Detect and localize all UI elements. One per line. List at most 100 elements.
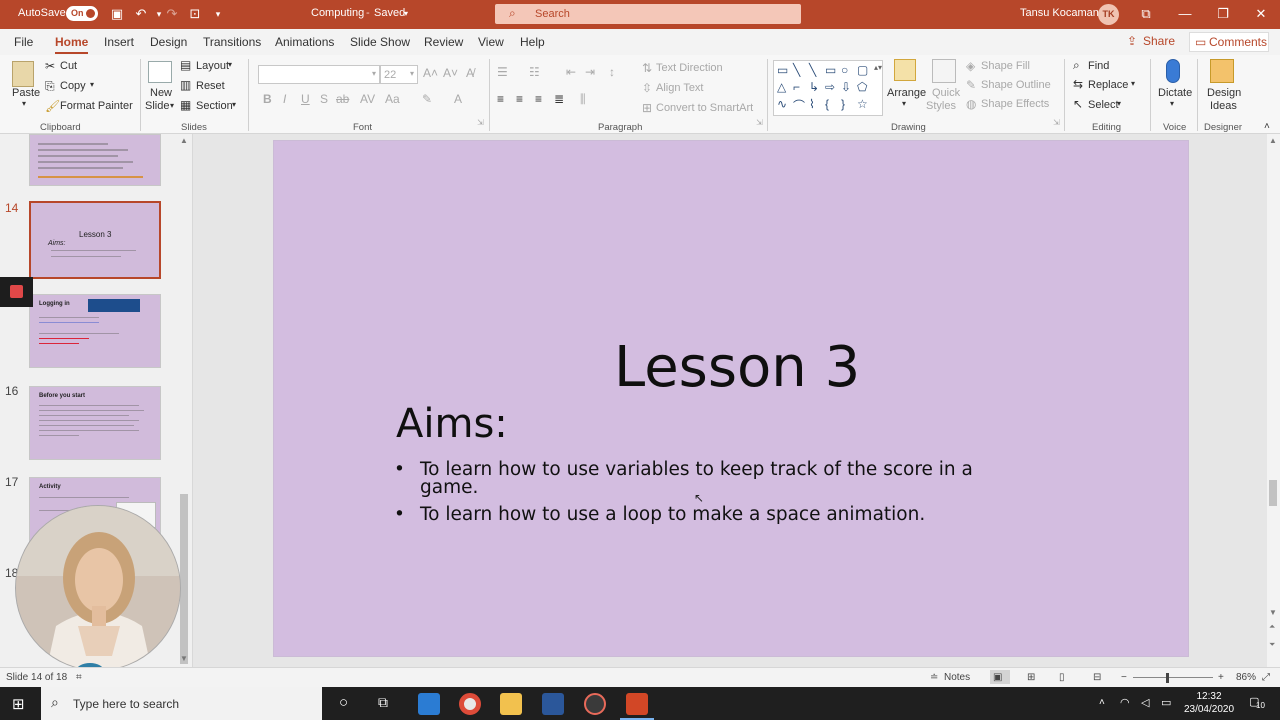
autosave-toggle[interactable]: On: [66, 6, 98, 21]
paste-button[interactable]: Paste: [12, 87, 40, 99]
powerpoint-icon[interactable]: [626, 693, 648, 715]
shrink-font-icon[interactable]: A˅: [443, 66, 458, 80]
highlight-icon[interactable]: ✎: [422, 92, 432, 106]
show-hidden-icons[interactable]: ˄: [1099, 697, 1105, 708]
spacing-icon[interactable]: AV: [360, 92, 375, 106]
slide-subtitle[interactable]: Aims:: [396, 401, 508, 447]
callout-shape-icon[interactable]: ⬠: [857, 80, 867, 94]
slide-title[interactable]: Lesson 3: [614, 335, 860, 400]
shape-fill-button[interactable]: Shape Fill: [981, 60, 1030, 72]
tab-help[interactable]: Help: [520, 35, 545, 49]
columns-icon[interactable]: ⫼: [580, 92, 586, 107]
numbering-icon[interactable]: ☷: [529, 65, 540, 79]
select-button[interactable]: Select: [1088, 99, 1119, 111]
star-shape-icon[interactable]: ☆: [857, 97, 868, 111]
customize-toolbar-icon[interactable]: ▾: [210, 6, 226, 22]
shapes-gallery[interactable]: ▭ ╲ ╲ ▭ ○ ▢ △ ⌐ ↳ ⇨ ⇩ ⬠ ∿ ⌒ ⌇ { } ☆ ▴▾: [773, 60, 883, 116]
ribbon-display-icon[interactable]: ⧉: [1134, 4, 1158, 24]
bullets-icon[interactable]: ☰: [497, 65, 508, 79]
design-ideas-label-1[interactable]: Design: [1207, 87, 1241, 99]
zoom-slider-thumb[interactable]: [1166, 673, 1169, 683]
slide-vertical-scrollbar[interactable]: ▲ ▼ ⏶ ⏷: [1267, 134, 1280, 667]
line-shape-icon[interactable]: ╲: [793, 63, 800, 77]
maximize-icon[interactable]: ❐: [1211, 4, 1235, 24]
quick-styles-label-1[interactable]: Quick: [932, 87, 960, 99]
doc-title[interactable]: Computing: [311, 7, 364, 19]
cut-button[interactable]: Cut: [60, 60, 77, 72]
line-spacing-icon[interactable]: ↕: [609, 65, 615, 79]
find-button[interactable]: Find: [1088, 60, 1109, 72]
doc-status[interactable]: Saved: [374, 7, 405, 19]
accessibility-icon[interactable]: ⌗: [76, 672, 82, 683]
collapse-ribbon-icon[interactable]: ˄: [1264, 121, 1270, 132]
wifi-icon[interactable]: ◠: [1120, 696, 1130, 709]
current-slide[interactable]: Lesson 3 Aims: • To learn how to use var…: [273, 140, 1189, 657]
justify-icon[interactable]: ≣: [554, 92, 564, 106]
design-ideas-label-2[interactable]: Ideas: [1210, 100, 1237, 112]
new-slide-label-1[interactable]: New: [150, 87, 172, 99]
zoom-in-icon[interactable]: +: [1218, 672, 1224, 683]
font-dialog-icon[interactable]: ⇲: [477, 118, 484, 127]
quick-styles-label-2[interactable]: Styles: [926, 100, 956, 112]
reading-view-icon[interactable]: ▯: [1059, 672, 1065, 683]
new-slide-icon[interactable]: [148, 61, 172, 83]
font-color-icon[interactable]: A: [454, 92, 462, 106]
curve-shape-icon[interactable]: ∿: [777, 97, 787, 111]
shadow-icon[interactable]: S: [320, 92, 328, 106]
microphone-icon[interactable]: [1166, 59, 1180, 83]
oval-shape-icon[interactable]: ○: [841, 63, 848, 77]
previous-slide-icon[interactable]: ⏶: [1269, 622, 1275, 632]
shapes-more-icon[interactable]: ▴▾: [874, 63, 882, 72]
thumbnail-scroll-thumb[interactable]: [180, 494, 188, 664]
mail-icon[interactable]: [418, 693, 440, 715]
clear-format-icon[interactable]: A̸: [466, 66, 474, 80]
font-family-combo[interactable]: ▾: [258, 65, 380, 84]
tab-transitions[interactable]: Transitions: [203, 35, 261, 49]
grow-font-icon[interactable]: A˄: [423, 66, 438, 80]
text-direction-button[interactable]: Text Direction: [656, 62, 723, 74]
freeform-shape-icon[interactable]: ⌇: [809, 97, 815, 111]
tab-home[interactable]: Home: [55, 35, 89, 54]
brace-left-shape-icon[interactable]: {: [825, 97, 829, 111]
present-icon[interactable]: ⊡: [187, 6, 203, 22]
close-icon[interactable]: ✕: [1249, 4, 1273, 24]
drawing-dialog-icon[interactable]: ⇲: [1053, 118, 1060, 127]
copy-button[interactable]: Copy: [60, 80, 86, 92]
tab-animations[interactable]: Animations: [275, 35, 334, 49]
shape-outline-button[interactable]: Shape Outline: [981, 79, 1051, 91]
strikethrough-icon[interactable]: ab: [336, 92, 349, 106]
new-slide-label-2[interactable]: Slide: [145, 100, 169, 112]
fit-to-window-icon[interactable]: ⤢: [1262, 672, 1270, 683]
align-right-icon[interactable]: ≡: [535, 92, 542, 106]
brace-right-shape-icon[interactable]: }: [841, 97, 845, 111]
align-left-icon[interactable]: ≡: [497, 92, 504, 106]
slide-scroll-thumb[interactable]: [1269, 480, 1277, 506]
search-box[interactable]: ⌕ Search: [495, 4, 801, 24]
align-text-button[interactable]: Align Text: [656, 82, 704, 94]
tab-slide-show[interactable]: Slide Show: [350, 35, 410, 49]
paste-icon[interactable]: [12, 61, 34, 87]
replace-button[interactable]: Replace: [1088, 79, 1128, 91]
design-ideas-icon[interactable]: [1210, 59, 1234, 83]
decrease-indent-icon[interactable]: ⇤: [566, 65, 576, 79]
keyboard-icon[interactable]: ▭: [1161, 696, 1171, 709]
textbox-shape-icon[interactable]: ▭: [777, 63, 788, 77]
triangle-shape-icon[interactable]: △: [777, 80, 786, 94]
underline-icon[interactable]: U: [301, 92, 310, 106]
font-size-combo[interactable]: 22 ▾: [380, 65, 418, 84]
taskbar-clock[interactable]: 12:32 23/04/2020: [1180, 690, 1238, 716]
undo-icon[interactable]: ↶: [133, 6, 149, 22]
change-case-icon[interactable]: Aa: [385, 92, 400, 106]
shape-effects-button[interactable]: Shape Effects: [981, 98, 1049, 110]
save-icon[interactable]: ▣: [109, 6, 125, 22]
format-painter-button[interactable]: Format Painter: [60, 100, 133, 112]
tab-insert[interactable]: Insert: [104, 35, 134, 49]
slide-thumbnail-14[interactable]: Lesson 3 Aims:: [29, 201, 161, 279]
task-view-icon[interactable]: ⧉: [378, 694, 388, 711]
volume-icon[interactable]: ◁: [1141, 696, 1149, 709]
tab-review[interactable]: Review: [424, 35, 463, 49]
tab-file[interactable]: File: [14, 35, 33, 49]
increase-indent-icon[interactable]: ⇥: [585, 65, 595, 79]
tab-design[interactable]: Design: [150, 35, 187, 49]
section-button[interactable]: Section: [196, 100, 233, 112]
